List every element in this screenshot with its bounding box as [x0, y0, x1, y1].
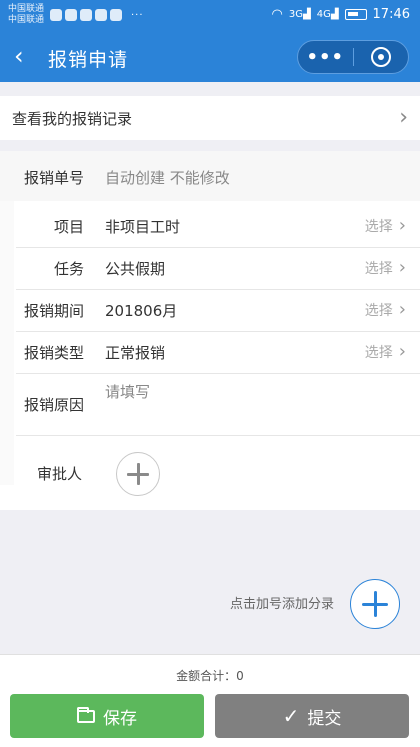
close-circle-icon: [370, 47, 391, 67]
project-row[interactable]: 项目 非项目工时 选择 ›: [0, 205, 420, 247]
page-title: 报销申请: [48, 49, 129, 71]
chevron-right-icon: ›: [398, 257, 406, 278]
add-category-hint: 点击加号添加分录: [229, 597, 334, 612]
task-row[interactable]: 任务 公共假期 选择 ›: [0, 247, 420, 289]
period-row[interactable]: 报销期间 201806月 选择 ›: [0, 289, 420, 331]
app-notification-icon: [50, 9, 62, 21]
project-picker[interactable]: 选择 ›: [365, 215, 406, 236]
reason-input[interactable]: 请填写: [105, 381, 150, 402]
task-label: 任务: [53, 260, 84, 278]
type-row[interactable]: 报销类型 正常报销 选择 ›: [0, 331, 420, 373]
chevron-right-icon: ›: [398, 215, 406, 236]
approver-label: 审批人: [36, 465, 82, 483]
signal-icon: 3G▟: [288, 9, 311, 20]
footer-bar: 金额合计：0 保存 ✓ 提交: [0, 654, 420, 747]
project-label: 项目: [53, 218, 84, 236]
number-value: 自动创建 不能修改: [105, 169, 230, 187]
period-label: 报销期间: [23, 302, 84, 320]
add-approver-button[interactable]: [116, 452, 160, 496]
task-value: 公共假期: [105, 260, 166, 278]
status-bar: 中国联通 中国联通 ··· ◠ 3G▟ 4G▟ 17:46: [0, 0, 420, 32]
type-value: 正常报销: [105, 344, 166, 362]
approver-row: 审批人: [0, 435, 420, 510]
reason-row: 报销原因 请填写: [0, 373, 420, 435]
app-notification-icon: [65, 9, 77, 21]
app-notification-icon: [95, 9, 107, 21]
view-records-label: 查看我的报销记录: [12, 109, 133, 128]
reimbursement-form: 报销单号 自动创建 不能修改 项目 非项目工时 选择 › 任务 公共假期 选择 …: [0, 151, 420, 510]
wifi-icon: ◠: [271, 7, 283, 22]
app-notification-icon: [80, 9, 92, 21]
chevron-right-icon: ›: [399, 105, 408, 130]
period-value: 201806月: [105, 302, 178, 320]
submit-button[interactable]: ✓ 提交: [215, 694, 409, 738]
submit-label: 提交: [307, 708, 342, 729]
back-icon[interactable]: ‹: [14, 42, 24, 70]
chevron-right-icon: ›: [398, 341, 406, 362]
amount-total: 金额合计：0: [176, 669, 244, 683]
check-icon: ✓: [282, 704, 300, 728]
carrier-1: 中国联通: [8, 4, 45, 14]
plus-icon: [362, 591, 388, 617]
carrier-text: 中国联通 中国联通: [8, 4, 44, 26]
more-icon[interactable]: •••: [298, 41, 353, 73]
type-picker-label: 选择: [364, 344, 393, 361]
chevron-right-icon: ›: [398, 299, 406, 320]
carrier-2: 中国联通: [8, 15, 45, 25]
close-mini-program-button[interactable]: [354, 41, 409, 73]
save-label: 保存: [103, 708, 137, 729]
number-label: 报销单号: [23, 169, 84, 187]
signal-icon: 4G▟: [316, 9, 339, 20]
mini-program-capsule: •••: [297, 40, 409, 74]
type-picker[interactable]: 选择 ›: [365, 341, 406, 362]
project-value: 非项目工时: [105, 218, 181, 236]
project-picker-label: 选择: [364, 218, 393, 235]
notification-icons: ···: [50, 9, 144, 21]
period-picker-label: 选择: [364, 302, 393, 319]
battery-icon: [344, 9, 367, 20]
more-notifications-icon: ···: [131, 9, 144, 21]
view-records-link[interactable]: 查看我的报销记录 ›: [0, 96, 420, 140]
period-picker[interactable]: 选择 ›: [365, 299, 406, 320]
nav-bar: ‹ 报销申请 •••: [0, 32, 420, 82]
folder-open-icon: [77, 706, 95, 723]
reason-label: 报销原因: [23, 396, 84, 414]
app-notification-icon: [110, 9, 122, 21]
status-right: ◠ 3G▟ 4G▟ 17:46: [272, 7, 410, 22]
number-row: 报销单号 自动创建 不能修改: [0, 151, 420, 201]
add-category-button[interactable]: [350, 579, 400, 629]
clock: 17:46: [372, 7, 410, 22]
task-picker[interactable]: 选择 ›: [365, 257, 406, 278]
plus-icon: [127, 463, 149, 485]
type-label: 报销类型: [23, 344, 84, 362]
save-button[interactable]: 保存: [10, 694, 204, 738]
task-picker-label: 选择: [364, 260, 393, 277]
